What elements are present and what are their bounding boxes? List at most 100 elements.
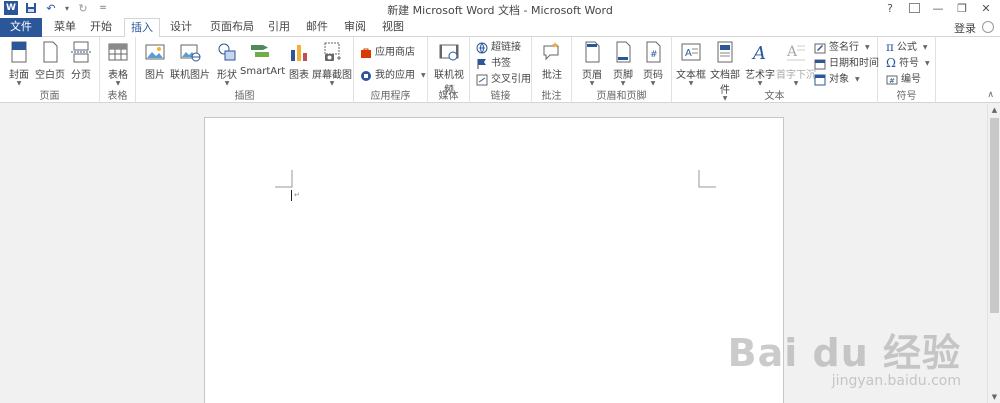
object-button[interactable]: 对象 ▼	[814, 72, 860, 87]
ribbon-display-options-icon[interactable]	[904, 1, 924, 15]
svg-text:#: #	[889, 77, 895, 85]
chevron-down-icon: ▼	[924, 60, 930, 67]
page-number-icon: #	[646, 41, 661, 63]
header-button[interactable]: 页眉 ▼	[575, 40, 609, 88]
crop-mark-top-left	[275, 170, 293, 188]
object-icon	[814, 74, 826, 85]
group-label-pages: 页面	[39, 91, 60, 102]
drop-cap-icon: A	[786, 44, 805, 61]
screenshot-button[interactable]: 屏幕截图 ▼	[312, 40, 352, 88]
picture-label: 图片	[145, 70, 165, 81]
smartart-label: SmartArt	[240, 66, 286, 77]
maximize-icon[interactable]: ❐	[952, 1, 972, 15]
online-video-icon	[439, 44, 459, 61]
tab-review[interactable]: 审阅	[338, 18, 372, 37]
tab-view[interactable]: 视图	[376, 18, 410, 37]
calendar-icon	[814, 59, 826, 69]
quick-parts-button[interactable]: 文档部件 ▼	[706, 40, 744, 102]
tab-home[interactable]: 开始	[84, 18, 118, 37]
chart-button[interactable]: 图表	[282, 40, 316, 88]
tab-mailings[interactable]: 邮件	[300, 18, 334, 37]
group-label-apps: 应用程序	[370, 91, 411, 102]
group-label-header-footer: 页眉和页脚	[596, 91, 647, 102]
group-label-comments: 批注	[541, 91, 562, 102]
scroll-thumb[interactable]	[990, 118, 999, 313]
chevron-down-icon: ▼	[865, 44, 870, 51]
table-button[interactable]: 表格 ▼	[101, 40, 135, 88]
tab-page-layout[interactable]: 页面布局	[206, 18, 258, 37]
document-area: ↵ Bai du 经验 jingyan.baidu.com	[0, 104, 987, 403]
group-tables: 表格 ▼ 表格	[100, 37, 136, 103]
wordart-button[interactable]: A 艺术字 ▼	[744, 40, 776, 88]
help-icon[interactable]: ?	[880, 1, 900, 15]
smartart-button[interactable]: SmartArt	[240, 40, 285, 88]
online-video-button[interactable]: 联机视频	[431, 40, 467, 96]
chart-icon	[291, 45, 307, 61]
tab-insert[interactable]: 插入	[124, 18, 160, 38]
blank-page-icon	[43, 41, 58, 63]
smartart-icon	[251, 45, 269, 57]
close-icon[interactable]: ✕	[976, 1, 996, 15]
watermark-logo: Bai du 经验 jingyan.baidu.com	[728, 322, 961, 389]
document-page[interactable]: ↵	[204, 117, 784, 403]
page-number-button[interactable]: # 页码 ▼	[636, 40, 670, 88]
drop-cap-button[interactable]: A 首字下沉 ▼	[776, 40, 816, 88]
tab-menu[interactable]: 菜单	[48, 18, 82, 37]
hyperlink-icon	[476, 42, 488, 53]
blank-page-button[interactable]: 空白页	[32, 40, 68, 88]
my-apps-button[interactable]: 我的应用 ▼	[360, 68, 426, 83]
equation-button[interactable]: π 公式 ▼	[886, 40, 928, 55]
signature-line-button[interactable]: 签名行 ▼	[814, 40, 870, 55]
svg-text:A: A	[786, 44, 798, 60]
footer-button[interactable]: 页脚 ▼	[606, 40, 640, 88]
store-icon	[361, 48, 371, 58]
shapes-button[interactable]: 形状 ▼	[210, 40, 244, 88]
scroll-down-arrow[interactable]: ▼	[988, 391, 1000, 403]
tab-file[interactable]: 文件	[0, 18, 42, 37]
hyperlink-button[interactable]: 超链接	[476, 40, 521, 55]
screenshot-icon	[324, 42, 341, 61]
textbox-button[interactable]: A 文本框 ▼	[674, 40, 708, 88]
ribbon-insert: 封面 ▼ 空白页 分页 页面 表格 ▼ 表格 图片 联机图片 形状 ▼ Smar…	[0, 37, 1000, 103]
cover-page-icon	[11, 41, 27, 63]
chevron-down-icon: ▼	[922, 44, 928, 51]
group-label-media: 媒体	[438, 91, 459, 102]
cross-reference-icon	[476, 74, 488, 85]
watermark-brand: Bai du 经验	[727, 331, 961, 375]
cross-reference-button[interactable]: 交叉引用	[476, 72, 531, 87]
new-comment-button[interactable]: 批注	[535, 40, 569, 88]
window-controls: ? — ❐ ✕	[880, 1, 996, 15]
date-time-button[interactable]: 日期和时间	[814, 56, 879, 71]
cover-page-button[interactable]: 封面 ▼	[2, 40, 36, 88]
tab-references[interactable]: 引用	[262, 18, 296, 37]
vertical-scrollbar[interactable]: ▲ ▼	[987, 104, 1000, 403]
scroll-up-arrow[interactable]: ▲	[988, 104, 1000, 116]
group-pages: 封面 ▼ 空白页 分页 页面	[0, 37, 100, 103]
page-break-button[interactable]: 分页	[64, 40, 98, 88]
wordart-icon: A	[751, 43, 766, 64]
online-picture-button[interactable]: 联机图片	[170, 40, 210, 88]
svg-text:A: A	[685, 48, 692, 59]
online-picture-label: 联机图片	[170, 70, 210, 81]
numbering-button[interactable]: # 编号	[886, 72, 921, 87]
chevron-down-icon: ▼	[421, 72, 426, 79]
bookmark-icon	[477, 58, 486, 69]
picture-button[interactable]: 图片	[138, 40, 172, 88]
group-label-illustrations: 插图	[234, 91, 255, 102]
minimize-icon[interactable]: —	[928, 1, 948, 15]
equation-label: 公式	[896, 42, 917, 53]
group-label-links: 链接	[490, 91, 511, 102]
group-links: 超链接 书签 交叉引用 链接	[470, 37, 532, 103]
group-apps: 应用商店 我的应用 ▼ 应用程序	[354, 37, 428, 103]
my-apps-label: 我的应用	[375, 70, 415, 81]
signature-line-label: 签名行	[829, 42, 859, 53]
omega-icon: Ω	[886, 56, 896, 70]
avatar[interactable]	[982, 21, 994, 33]
sign-in-link[interactable]: 登录	[954, 20, 976, 36]
tab-design[interactable]: 设计	[164, 18, 198, 37]
collapse-ribbon-icon[interactable]: ∧	[987, 90, 994, 100]
store-button[interactable]: 应用商店	[360, 45, 415, 60]
table-icon	[108, 43, 128, 61]
bookmark-button[interactable]: 书签	[476, 56, 511, 71]
symbol-button[interactable]: Ω 符号 ▼	[886, 56, 930, 71]
